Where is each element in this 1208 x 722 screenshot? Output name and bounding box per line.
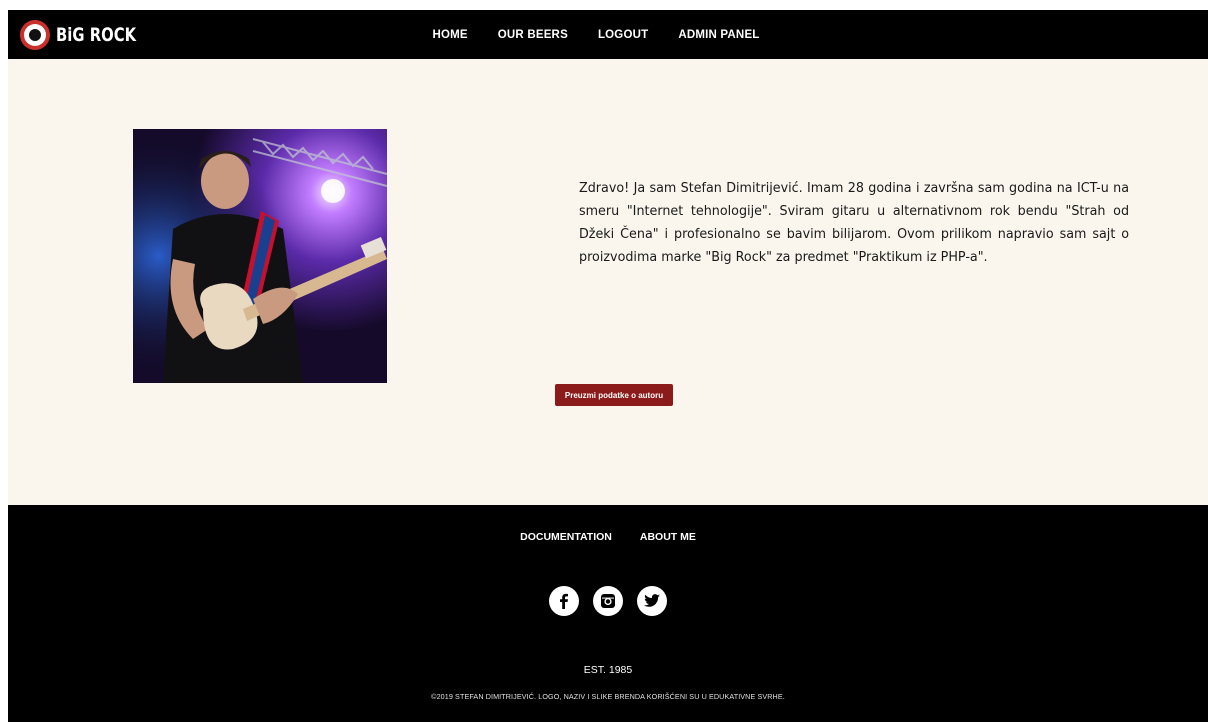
footer-links: DOCUMENTATION ABOUT ME <box>8 531 1208 543</box>
site-header: BiG ROCK HOME OUR BEERS LOGOUT ADMIN PAN… <box>8 10 1208 59</box>
nav-admin-panel[interactable]: ADMIN PANEL <box>678 29 759 41</box>
main-nav: HOME OUR BEERS LOGOUT ADMIN PANEL <box>8 10 1208 59</box>
about-section: Zdravo! Ja sam Stefan Dimitrijević. Imam… <box>8 59 1208 505</box>
twitter-icon[interactable] <box>637 586 667 616</box>
facebook-icon[interactable] <box>549 586 579 616</box>
author-photo <box>133 129 387 383</box>
instagram-icon[interactable] <box>593 586 623 616</box>
nav-home[interactable]: HOME <box>432 29 467 41</box>
footer-link-about-me[interactable]: ABOUT ME <box>640 531 696 543</box>
guitarist-image <box>133 129 387 383</box>
author-bio: Zdravo! Ja sam Stefan Dimitrijević. Imam… <box>579 181 1130 265</box>
copyright-text: ©2019 STEFAN DIMITRIJEVIĆ. LOGO, NAZIV I… <box>431 692 785 701</box>
footer-link-documentation[interactable]: DOCUMENTATION <box>520 531 612 543</box>
site-footer: DOCUMENTATION ABOUT ME EST. 1985 ©2019 S… <box>8 505 1208 722</box>
nav-our-beers[interactable]: OUR BEERS <box>498 29 568 41</box>
social-links <box>8 586 1208 616</box>
established-year: EST. 1985 <box>583 664 633 676</box>
download-author-data-button[interactable]: Preuzmi podatke o autoru <box>555 384 673 406</box>
nav-logout[interactable]: LOGOUT <box>598 29 648 41</box>
page: BiG ROCK HOME OUR BEERS LOGOUT ADMIN PAN… <box>8 10 1208 722</box>
